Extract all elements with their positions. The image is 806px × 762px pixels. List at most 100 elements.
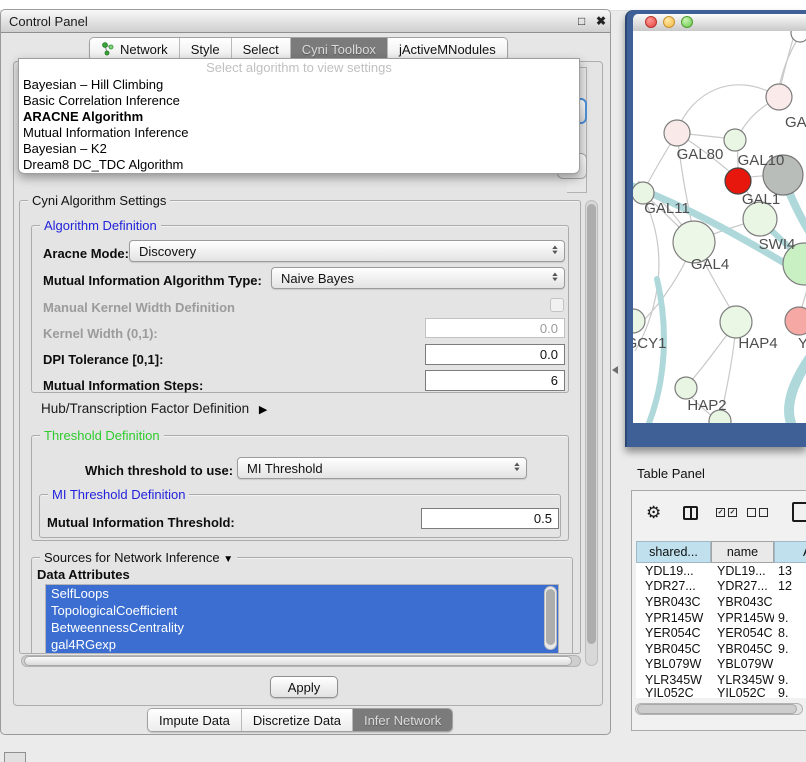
node-hap4[interactable] xyxy=(720,306,752,338)
tab-cyni-toolbox-label: Cyni Toolbox xyxy=(302,42,376,57)
threshold-definition-legend: Threshold Definition xyxy=(40,428,164,443)
table-row[interactable]: YLR345W YLR345W 9. xyxy=(636,672,806,688)
close-icon[interactable]: ✖ xyxy=(596,14,606,28)
minimize-traffic-light[interactable] xyxy=(663,16,675,28)
mi-threshold-value: 0.5 xyxy=(534,511,552,526)
table-row[interactable]: YIL052C YIL052C 9. xyxy=(636,688,806,698)
table-row[interactable]: YPR145W YPR145W 9. xyxy=(636,610,806,626)
table-row[interactable]: YDR27... YDR27... 12 xyxy=(636,579,806,595)
tab-impute-data-label: Impute Data xyxy=(159,713,230,728)
sources-legend-label: Sources for Network Inference xyxy=(44,550,220,565)
apply-button[interactable]: Apply xyxy=(270,676,338,698)
data-attributes-list[interactable]: SelfLoops TopologicalCoefficient Between… xyxy=(45,584,559,654)
settings-horizontal-scrollbar[interactable] xyxy=(21,655,581,667)
dpi-tolerance-label: DPI Tolerance [0,1]: xyxy=(43,352,163,367)
kernel-width-value: 0.0 xyxy=(540,321,558,336)
columns-icon[interactable] xyxy=(683,506,698,520)
tab-jactivemnodules-label: jActiveMNodules xyxy=(399,42,496,57)
bottom-tabbar: Impute Data Discretize Data Infer Networ… xyxy=(147,708,453,732)
column-header-shared-name[interactable]: shared... xyxy=(636,541,711,563)
column-header-label: shared... xyxy=(649,545,698,559)
scrollbar-thumb[interactable] xyxy=(546,589,555,645)
node-label: HAP4 xyxy=(738,335,777,352)
scrollbar-thumb[interactable] xyxy=(24,656,572,666)
tab-network[interactable]: Network xyxy=(90,38,180,60)
table-rows: YDL19... YDL19... 13 YDR27... YDR27... 1… xyxy=(636,563,806,698)
network-canvas[interactable]: GAL GAL80 GAL10 GAL1 GAL11 SWI4 GAL4 GCY… xyxy=(633,31,806,423)
node-partial-top[interactable] xyxy=(791,31,806,42)
attributes-vertical-scrollbar[interactable] xyxy=(544,586,557,650)
table-horizontal-scrollbar[interactable] xyxy=(635,703,803,715)
splitter-collapse-icon[interactable] xyxy=(612,366,618,374)
node-gal10[interactable] xyxy=(724,129,746,151)
list-item[interactable]: BetweennessCentrality xyxy=(46,619,558,636)
node-label: Y xyxy=(798,335,806,352)
node-gal80[interactable] xyxy=(664,120,690,146)
tab-cyni-toolbox[interactable]: Cyni Toolbox xyxy=(291,38,388,60)
list-item[interactable]: TopologicalCoefficient xyxy=(46,602,558,619)
float-window-icon[interactable]: □ xyxy=(578,14,585,28)
node-gal2[interactable] xyxy=(766,84,792,110)
kernel-width-label: Kernel Width (0,1): xyxy=(43,326,158,341)
list-item[interactable]: gal4RGexp xyxy=(46,636,558,653)
tab-jactivemnodules[interactable]: jActiveMNodules xyxy=(388,38,507,60)
dropdown-option[interactable]: Mutual Information Inference xyxy=(19,125,579,141)
control-panel-title: Control Panel xyxy=(9,14,88,29)
mi-steps-field[interactable]: 6 xyxy=(425,370,565,391)
new-table-icon[interactable] xyxy=(792,502,806,522)
node-label: HAP2 xyxy=(687,397,726,414)
column-header-name[interactable]: name xyxy=(711,541,774,563)
manual-kernel-width-checkbox[interactable] xyxy=(550,298,564,312)
manual-kernel-width-label: Manual Kernel Width Definition xyxy=(43,300,235,315)
tab-style[interactable]: Style xyxy=(180,38,232,60)
tab-select[interactable]: Select xyxy=(232,38,291,60)
aracne-mode-label: Aracne Mode: xyxy=(43,246,129,261)
node-label: GAL80 xyxy=(677,146,724,163)
dropdown-option[interactable]: Basic Correlation Inference xyxy=(19,93,579,109)
column-header-partial[interactable]: A xyxy=(774,541,806,563)
tab-discretize-data-label: Discretize Data xyxy=(253,713,341,728)
tab-discretize-data[interactable]: Discretize Data xyxy=(242,709,353,731)
scrollbar-thumb[interactable] xyxy=(587,204,596,644)
node-hap2[interactable] xyxy=(675,377,697,399)
mi-algorithm-type-select[interactable]: Naive Bayes ▲▼ xyxy=(271,267,565,289)
bottom-left-widget[interactable] xyxy=(4,752,26,762)
dropdown-option[interactable]: Bayesian – K2 xyxy=(19,141,579,157)
deselect-all-columns-icon[interactable] xyxy=(747,508,768,517)
aracne-mode-select[interactable]: Discovery ▲▼ xyxy=(129,240,565,262)
collapse-down-icon: ▼ xyxy=(223,552,233,567)
which-threshold-select[interactable]: MI Threshold ▲▼ xyxy=(237,457,527,479)
sources-legend[interactable]: Sources for Network Inference ▼ xyxy=(40,550,237,567)
tab-infer-network[interactable]: Infer Network xyxy=(353,709,452,731)
mi-steps-label: Mutual Information Steps: xyxy=(43,378,203,393)
select-all-columns-icon[interactable]: ✓ ✓ xyxy=(716,508,737,517)
dropdown-option-selected[interactable]: ARACNE Algorithm xyxy=(19,109,579,125)
mi-threshold-field[interactable]: 0.5 xyxy=(421,508,559,529)
scrollbar-thumb[interactable] xyxy=(637,704,797,714)
node-salmon[interactable] xyxy=(785,307,806,335)
dropdown-option[interactable]: Bayesian – Hill Climbing xyxy=(19,77,579,93)
network-icon xyxy=(101,42,115,56)
dropdown-option[interactable]: Dream8 DC_TDC Algorithm xyxy=(19,157,579,173)
table-row[interactable]: YBR043C YBR043C xyxy=(636,594,806,610)
kernel-width-field[interactable]: 0.0 xyxy=(425,318,565,338)
dpi-tolerance-field[interactable]: 0.0 xyxy=(425,344,565,365)
mi-algorithm-type-label: Mutual Information Algorithm Type: xyxy=(43,273,262,288)
tab-style-label: Style xyxy=(191,42,220,57)
table-row[interactable]: YBR045C YBR045C 9. xyxy=(636,641,806,657)
node-gcy1[interactable] xyxy=(633,309,645,333)
table-row[interactable]: YBL079W YBL079W xyxy=(636,657,806,673)
gear-icon[interactable]: ⚙ xyxy=(646,503,661,523)
settings-vertical-scrollbar[interactable] xyxy=(585,200,598,666)
table-row[interactable]: YER054C YER054C 8. xyxy=(636,625,806,641)
spinner-icon: ▲▼ xyxy=(514,463,520,473)
hub-definition-toggle[interactable]: Hub/Transcription Factor Definition ▶ xyxy=(41,401,267,416)
zoom-traffic-light[interactable] xyxy=(681,16,693,28)
list-item[interactable]: SelfLoops xyxy=(46,585,558,602)
tab-network-label: Network xyxy=(120,42,168,57)
mi-threshold-label: Mutual Information Threshold: xyxy=(47,515,235,530)
data-attributes-label: Data Attributes xyxy=(37,567,130,582)
close-traffic-light[interactable] xyxy=(645,16,657,28)
tab-impute-data[interactable]: Impute Data xyxy=(148,709,242,731)
table-row[interactable]: YDL19... YDL19... 13 xyxy=(636,563,806,579)
